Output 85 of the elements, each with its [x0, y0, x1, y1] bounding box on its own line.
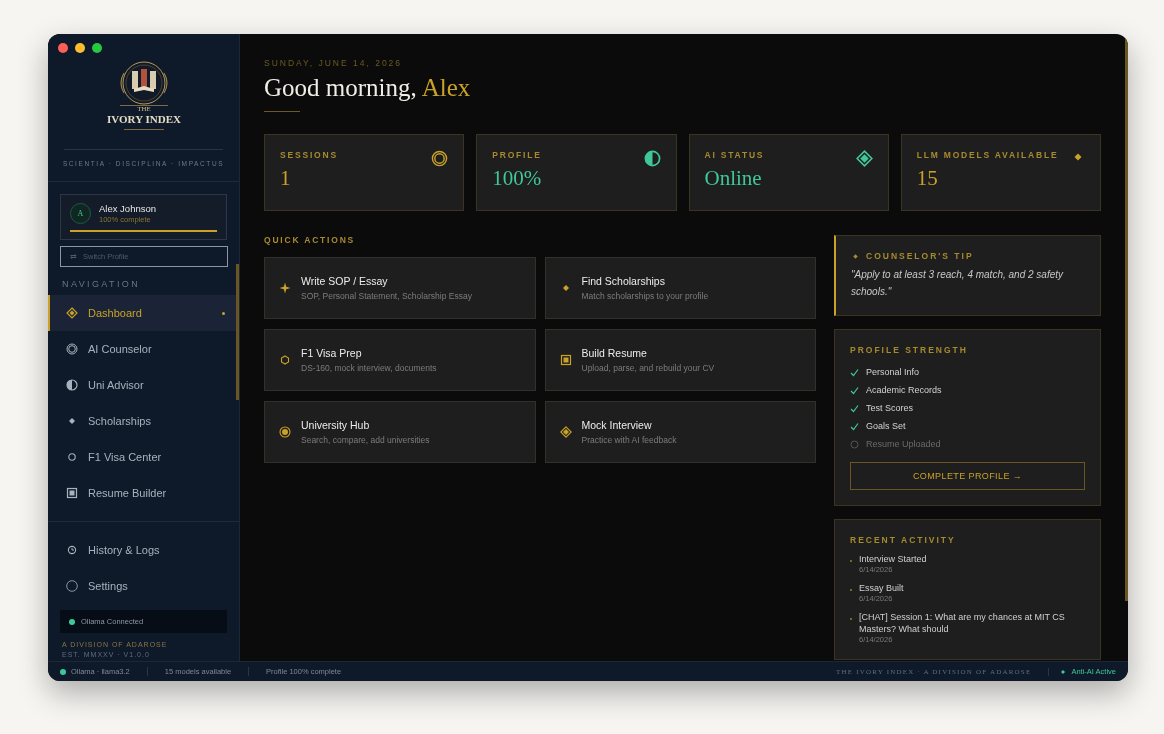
action-title: Build Resume [581, 347, 648, 359]
activity-title: Interview Started [859, 553, 927, 565]
stat-label: PROFILE [492, 150, 542, 160]
logo-title: IVORY INDEX [106, 113, 181, 125]
checklist-label: Goals Set [866, 421, 906, 431]
section-heading: QUICK ACTIONS [264, 235, 357, 245]
nav-item[interactable]: History & Logs [48, 532, 239, 568]
nav-item[interactable]: Scholarships [48, 403, 239, 439]
nav-item[interactable]: Settings [48, 568, 239, 604]
half-circle-icon [66, 379, 78, 391]
diamond-icon [1059, 667, 1068, 676]
nav-heading: NAVIGATION [61, 278, 142, 291]
square-icon [559, 354, 572, 366]
nav-item[interactable]: Uni Advisor [48, 367, 239, 403]
clock-icon [66, 544, 78, 556]
diamond-icon [855, 150, 873, 167]
diamond-icon [66, 307, 78, 319]
nav-item[interactable]: F1 Visa Center [48, 439, 239, 475]
close-button[interactable] [58, 43, 68, 53]
half-circle-icon [643, 150, 661, 167]
nav-item[interactable]: AI Counselor [48, 331, 239, 367]
tip-text: "Apply to at least 3 reach, 4 match, and 2 safety schools." [851, 268, 1065, 299]
nav-label: Settings [88, 580, 129, 592]
nav-label: F1 Visa Center [88, 451, 163, 463]
stat-value: 15 [916, 166, 939, 191]
nav-label: AI Counselor [88, 343, 153, 355]
nav-label: History & Logs [88, 544, 161, 556]
double-circle-icon [431, 150, 449, 167]
nav-label: Resume Builder [88, 487, 168, 499]
circle-icon [66, 451, 78, 463]
card-heading: PROFILE STRENGTH [850, 345, 968, 355]
checklist-label: Test Scores [866, 403, 914, 413]
checklist-label: Personal Info [866, 367, 920, 377]
stat-value: Online [704, 166, 763, 191]
activity-title: [CHAT] Session 1: What are my chances at MIT CS Masters? What should [859, 611, 1066, 635]
date-text: SUNDAY, JUNE 14, 2026 [264, 58, 404, 68]
quick-action-card[interactable]: Build Resume Upload, parse, and rebuild your CV [544, 329, 816, 391]
action-title: F1 Visa Prep [301, 347, 363, 359]
quick-action-card[interactable]: Mock Interview Practice with AI feedback [544, 401, 816, 463]
card-heading: RECENT ACTIVITY [850, 535, 956, 545]
action-subtitle: Match scholarships to your profile [581, 291, 709, 301]
action-subtitle: Upload, parse, and rebuild your CV [581, 363, 715, 373]
avatar: A [70, 203, 91, 224]
stat-label: LLM MODELS AVAILABLE [916, 150, 1059, 160]
action-subtitle: DS-160, mock interview, documents [301, 363, 437, 373]
diamond-icon [851, 251, 860, 261]
stat-value: 100% [492, 166, 542, 191]
sparkle-icon [279, 282, 291, 294]
quick-action-card[interactable]: F1 Visa Prep DS-160, mock interview, documents [264, 329, 536, 391]
scrollbar-thumb[interactable] [236, 264, 239, 400]
diamond-icon [559, 426, 572, 438]
nav-label: Scholarships [88, 415, 152, 427]
active-dot [222, 311, 225, 315]
nav-item[interactable]: Dashboard [48, 295, 239, 331]
action-subtitle: Search, compare, add universities [301, 435, 430, 445]
stat-label: SESSIONS [280, 150, 338, 160]
action-title: University Hub [301, 419, 371, 431]
action-title: Write SOP / Essay [301, 275, 389, 287]
nav-label: Dashboard [88, 307, 143, 319]
circle-icon [66, 580, 78, 592]
action-subtitle: Practice with AI feedback [581, 435, 677, 445]
target-icon [279, 426, 291, 438]
complete-profile-button[interactable]: COMPLETE PROFILE → [850, 462, 1085, 490]
quick-action-card[interactable]: University Hub Search, compare, add universities [264, 401, 536, 463]
status-dot [60, 668, 66, 675]
quick-action-card[interactable]: Find Scholarships Match scholarships to your profile [544, 257, 816, 319]
greeting-heading: Good morning, Alex [264, 74, 472, 102]
action-title: Mock Interview [581, 419, 653, 431]
stat-label: AI STATUS [704, 150, 765, 160]
hexagon-icon [279, 354, 291, 366]
profile-name: Alex Johnson [99, 203, 157, 214]
activity-title: Essay Built [859, 582, 904, 594]
square-icon [66, 487, 78, 499]
checklist-label: Academic Records [866, 385, 942, 395]
action-subtitle: SOP, Personal Statement, Scholarship Essay [301, 291, 472, 301]
double-circle-icon [66, 343, 78, 355]
minimize-button[interactable] [75, 43, 85, 53]
maximize-button[interactable] [92, 43, 102, 53]
stat-value: 1 [280, 166, 292, 191]
nav-label: Uni Advisor [88, 379, 145, 391]
nav-item[interactable]: Resume Builder [48, 475, 239, 511]
checklist-label: Resume Uploaded [866, 439, 941, 449]
action-title: Find Scholarships [581, 275, 666, 287]
quick-action-card[interactable]: Write SOP / Essay SOP, Personal Statement, Scholarship Essay [264, 257, 536, 319]
tip-heading: COUNSELOR'S TIP [866, 251, 974, 261]
